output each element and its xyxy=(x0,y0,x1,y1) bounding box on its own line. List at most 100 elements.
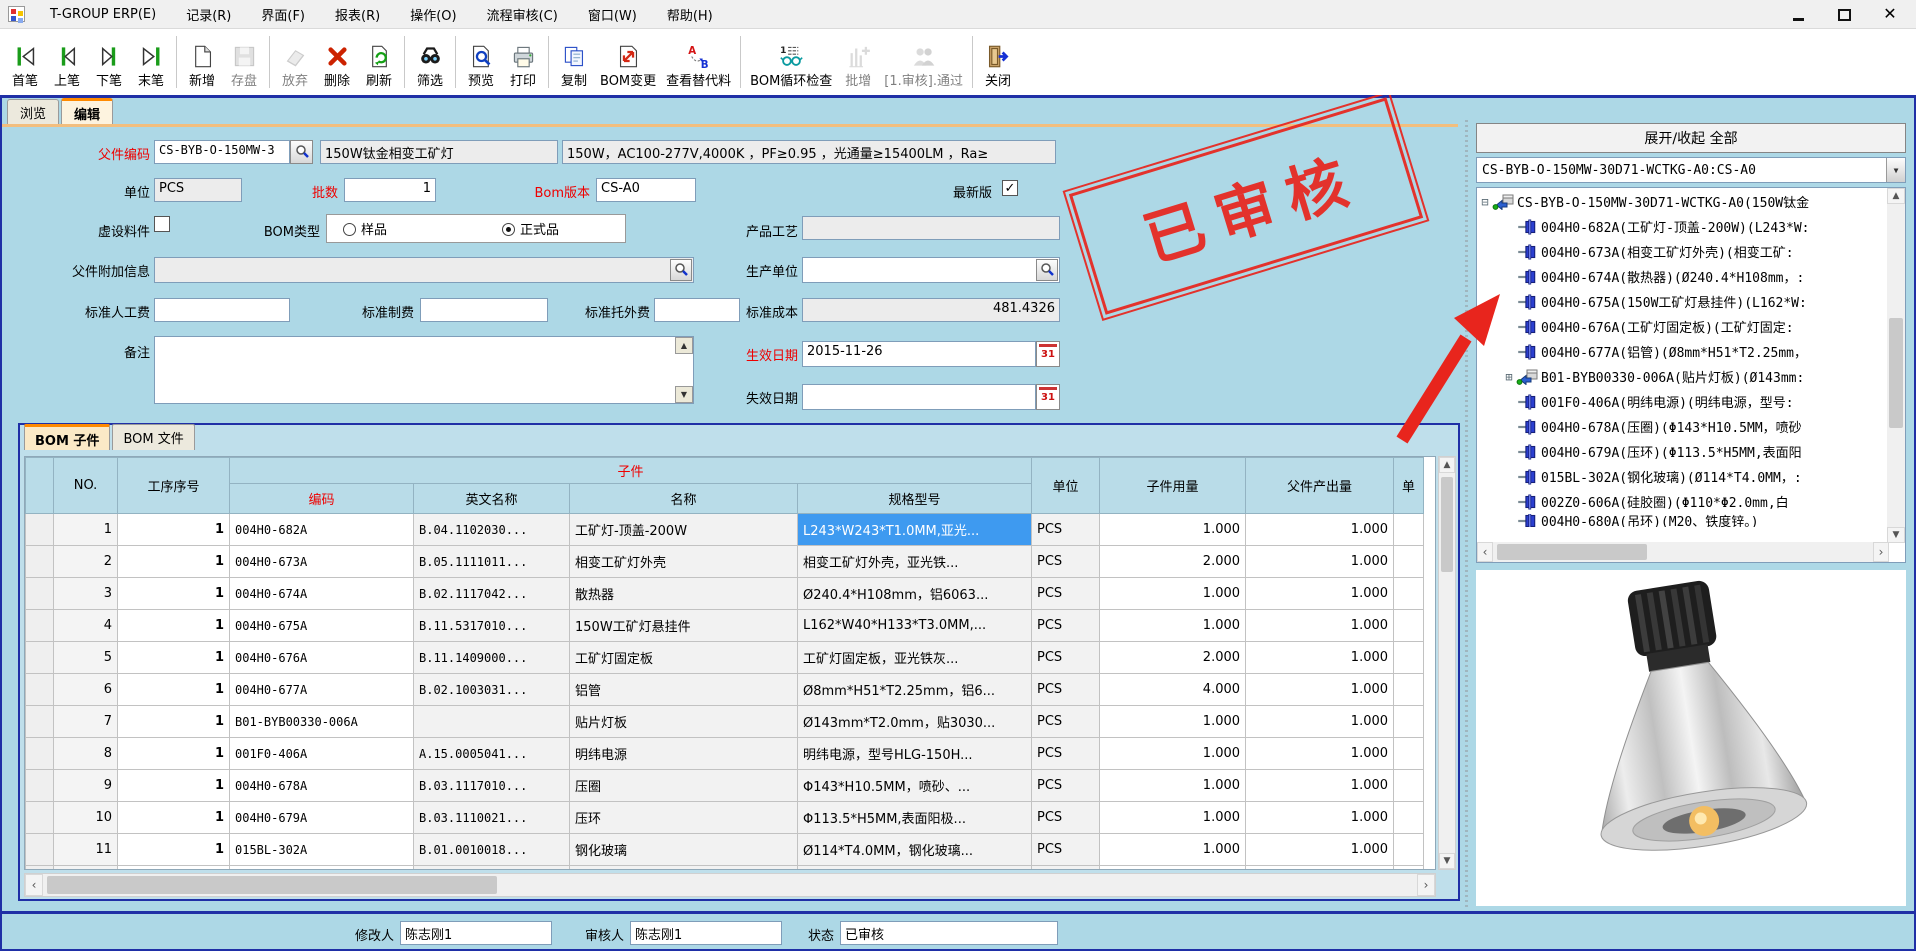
eff-date-calendar-button[interactable]: 31 xyxy=(1036,341,1060,367)
parent-code-input[interactable]: CS-BYB-O-150MW-3 xyxy=(154,140,290,164)
tree-node[interactable]: 015BL-302A(钢化玻璃)(Ø114*T4.0MM，: xyxy=(1478,464,1887,489)
bom-version-input[interactable]: CS-A0 xyxy=(596,178,696,202)
scroll-up-button[interactable]: ▲ xyxy=(1439,457,1455,473)
menu-item[interactable]: 操作(O) xyxy=(395,0,471,28)
prod-unit-lookup-button[interactable] xyxy=(1036,259,1058,281)
table-horizontal-scrollbar[interactable]: ‹ › xyxy=(24,873,1436,897)
cell-spec[interactable]: Φ110*Φ2.0，白色硅胶 xyxy=(798,866,1032,871)
row-selector[interactable] xyxy=(26,770,54,802)
toolbar-button-filter[interactable]: 筛选 xyxy=(409,33,451,91)
menu-item[interactable]: 帮助(H) xyxy=(652,0,728,28)
tab-bom-files[interactable]: BOM 文件 xyxy=(112,424,194,450)
scrollbar-thumb[interactable] xyxy=(1889,318,1903,428)
row-selector[interactable] xyxy=(26,706,54,738)
cell-spec[interactable]: Ø114*T4.0MM，钢化玻璃... xyxy=(798,834,1032,866)
row-selector[interactable] xyxy=(26,674,54,706)
row-selector[interactable] xyxy=(26,578,54,610)
scroll-up-button[interactable]: ▲ xyxy=(1887,188,1905,204)
row-selector[interactable] xyxy=(26,866,54,871)
exp-date-input[interactable] xyxy=(802,384,1036,410)
toolbar-button-next-record[interactable]: 下笔 xyxy=(88,33,130,91)
table-row-铝管[interactable]: 6 1 004H0-677A B.02.1003031... 铝管 Ø8mm*H… xyxy=(26,674,1424,706)
row-selector[interactable] xyxy=(26,738,54,770)
eff-date-input[interactable]: 2015-11-26 xyxy=(802,341,1036,367)
cell-spec[interactable]: Ø8mm*H51*T2.25mm，铝6... xyxy=(798,674,1032,706)
toolbar-button-save[interactable]: 存盘 xyxy=(223,33,265,91)
table-row-压环[interactable]: 10 1 004H0-679A B.03.1110021... 压环 Φ113.… xyxy=(26,802,1424,834)
tab-edit[interactable]: 编辑 xyxy=(61,98,113,124)
table-row-压圈[interactable]: 9 1 004H0-678A B.03.1117010... 压圈 Φ143*H… xyxy=(26,770,1424,802)
tree-node[interactable]: 004H0-682A(工矿灯-顶盖-200W)(L243*W: xyxy=(1478,214,1887,239)
auditor-field[interactable]: 陈志刚1 xyxy=(630,921,782,945)
scrollbar-thumb[interactable] xyxy=(47,876,497,894)
scroll-left-button[interactable]: ‹ xyxy=(25,874,43,896)
tab-browse[interactable]: 浏览 xyxy=(7,99,59,124)
row-selector[interactable] xyxy=(26,610,54,642)
tree-node[interactable]: ⊞ B01-BYB00330-006A(贴片灯板)(Ø143mm: xyxy=(1478,364,1887,389)
close-button[interactable]: ✕ xyxy=(1882,7,1898,21)
parent-code-lookup-button[interactable] xyxy=(290,140,313,164)
std-out-input[interactable] xyxy=(654,298,740,322)
tree-node[interactable]: 001F0-406A(明纬电源)(明纬电源，型号: xyxy=(1478,389,1887,414)
scroll-down-button[interactable]: ▼ xyxy=(1439,853,1455,869)
tree-node[interactable]: 004H0-673A(相变工矿灯外壳)(相变工矿: xyxy=(1478,239,1887,264)
row-selector[interactable] xyxy=(26,802,54,834)
parent-extra-lookup-button[interactable] xyxy=(670,259,692,281)
tree-node[interactable]: 004H0-679A(压环)(Φ113.5*H5MM,表面阳 xyxy=(1478,439,1887,464)
toolbar-button-delete[interactable]: 删除 xyxy=(316,33,358,91)
std-mfg-input[interactable] xyxy=(420,298,548,322)
row-selector[interactable] xyxy=(26,834,54,866)
table-row-散热器[interactable]: 3 1 004H0-674A B.02.1117042... 散热器 Ø240.… xyxy=(26,578,1424,610)
toolbar-button-view-substitutes[interactable]: AB 查看替代料 xyxy=(661,33,736,91)
tree-node[interactable]: 004H0-678A(压圈)(Φ143*H10.5MM，喷砂 xyxy=(1478,414,1887,439)
bom-type-formal-radio[interactable]: 正式品 xyxy=(502,219,559,238)
row-selector[interactable] xyxy=(26,642,54,674)
remark-textarea[interactable] xyxy=(154,336,694,404)
row-selector[interactable] xyxy=(26,546,54,578)
toolbar-button-copy[interactable]: 复制 xyxy=(553,33,595,91)
menu-item[interactable]: 窗口(W) xyxy=(573,0,652,28)
virtual-part-checkbox[interactable] xyxy=(154,216,170,232)
table-vertical-scrollbar[interactable]: ▲ ▼ xyxy=(1438,456,1456,870)
row-selector[interactable] xyxy=(26,514,54,546)
panel-splitter[interactable] xyxy=(1460,120,1472,908)
table-row-工矿灯固定板[interactable]: 5 1 004H0-676A B.11.1409000... 工矿灯固定板 工矿… xyxy=(26,642,1424,674)
toolbar-button-discard[interactable]: 放弃 xyxy=(274,33,316,91)
std-labor-input[interactable] xyxy=(154,298,290,322)
toolbar-button-last-record[interactable]: 末笔 xyxy=(130,33,172,91)
menu-item[interactable]: 流程审核(C) xyxy=(472,0,573,28)
toolbar-button-first-record[interactable]: 首笔 xyxy=(4,33,46,91)
toolbar-button-bom-change[interactable]: BOM变更 xyxy=(595,33,661,91)
scrollbar-thumb[interactable] xyxy=(1497,544,1647,560)
cell-spec[interactable]: Φ143*H10.5MM，喷砂、... xyxy=(798,770,1032,802)
table-row-硅胶圈[interactable]: 12 1 002Z0-606A B.12.2540000... 硅胶圈 Φ110… xyxy=(26,866,1424,871)
tree-expander[interactable]: ⊟ xyxy=(1478,195,1492,209)
cell-spec[interactable]: Ø143mm*T2.0mm，贴3030... xyxy=(798,706,1032,738)
tree-node[interactable]: 004H0-677A(铝管)(Ø8mm*H51*T2.25mm， xyxy=(1478,339,1887,364)
tree-horizontal-scrollbar[interactable]: ‹ › xyxy=(1477,542,1889,562)
scroll-left-button[interactable]: ‹ xyxy=(1477,542,1493,562)
exp-date-calendar-button[interactable]: 31 xyxy=(1036,384,1060,410)
tree-vertical-scrollbar[interactable]: ▲ ▼ xyxy=(1887,188,1905,543)
restore-button[interactable] xyxy=(1836,7,1852,21)
tree-node[interactable]: ⊟ CS-BYB-O-150MW-30D71-WCTKG-A0(150W钛金 xyxy=(1478,189,1887,214)
table-row-相变工矿灯外壳[interactable]: 2 1 004H0-673A B.05.1111011... 相变工矿灯外壳 相… xyxy=(26,546,1424,578)
menu-item[interactable]: 记录(R) xyxy=(171,0,246,28)
toolbar-button-audit-pass[interactable]: [1.审核].通过 xyxy=(879,33,968,91)
toolbar-button-prev-record[interactable]: 上笔 xyxy=(46,33,88,91)
prod-unit-input[interactable] xyxy=(802,257,1060,283)
toolbar-button-bom-loop-check[interactable]: 1 BOM循环检查 xyxy=(745,33,837,91)
table-row-150W工矿灯悬挂件[interactable]: 4 1 004H0-675A B.11.5317010... 150W工矿灯悬挂… xyxy=(26,610,1424,642)
cell-spec[interactable]: L162*W40*H133*T3.0MM,... xyxy=(798,610,1032,642)
spin-down-button[interactable]: ▼ xyxy=(675,386,693,403)
menu-item[interactable]: 报表(R) xyxy=(320,0,395,28)
menu-item[interactable]: 界面(F) xyxy=(246,0,320,28)
batch-input[interactable]: 1 xyxy=(344,178,436,202)
table-row-钢化玻璃[interactable]: 11 1 015BL-302A B.01.0010018... 钢化玻璃 Ø11… xyxy=(26,834,1424,866)
table-row-明纬电源[interactable]: 8 1 001F0-406A A.15.0005041... 明纬电源 明纬电源… xyxy=(26,738,1424,770)
menu-item[interactable]: T-GROUP ERP(E) xyxy=(35,0,171,28)
tab-bom-children[interactable]: BOM 子件 xyxy=(24,424,110,450)
toolbar-button-preview[interactable]: 预览 xyxy=(460,33,502,91)
toolbar-button-print[interactable]: 打印 xyxy=(502,33,544,91)
scroll-down-button[interactable]: ▼ xyxy=(1887,527,1905,543)
